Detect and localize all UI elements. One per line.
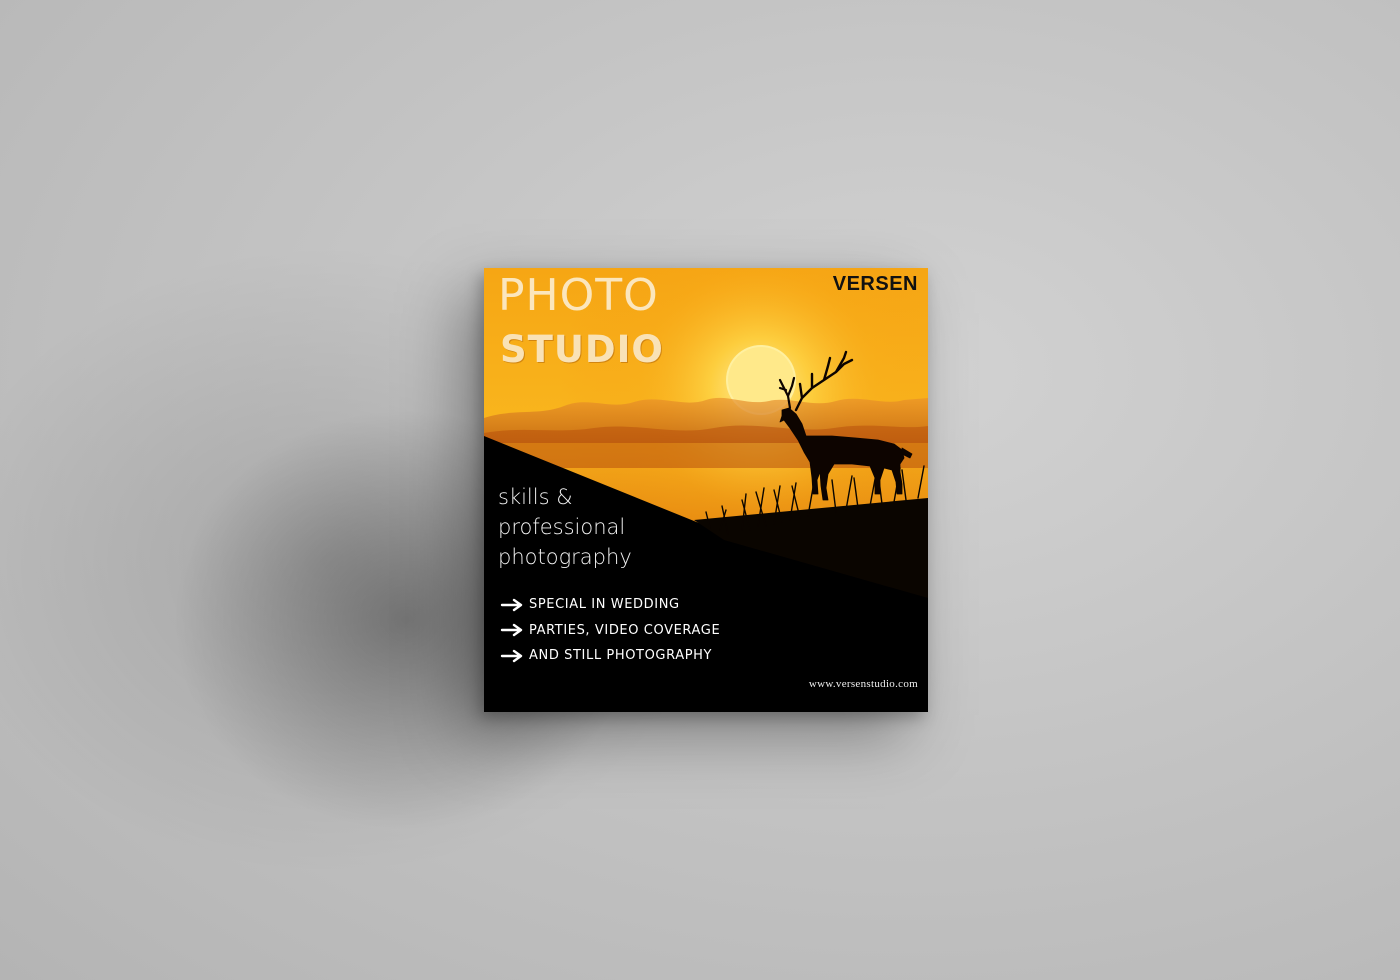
- arrow-right-icon: [500, 598, 523, 611]
- photo-studio-card: PHOTO STUDIO VERSEN skills & professiona…: [484, 268, 928, 712]
- service-label: SPECIAL IN WEDDING: [529, 597, 680, 613]
- brand-name: VERSEN: [832, 273, 918, 295]
- headline-studio: STUDIO: [500, 328, 664, 371]
- arrow-right-icon: [500, 624, 523, 637]
- website-url: www.versenstudio.com: [808, 678, 918, 690]
- service-item: AND STILL PHOTOGRAPHY: [500, 643, 720, 669]
- service-label: PARTIES, VIDEO COVERAGE: [529, 622, 721, 638]
- arrow-right-icon: [500, 649, 523, 662]
- service-item: SPECIAL IN WEDDING: [500, 592, 720, 618]
- service-item: PARTIES, VIDEO COVERAGE: [500, 618, 720, 644]
- tagline-line: professional: [498, 515, 626, 539]
- services-list: SPECIAL IN WEDDING PARTIES, VIDEO COVERA…: [500, 592, 720, 669]
- headline-photo: PHOTO: [498, 270, 659, 321]
- tagline: skills & professional photography: [498, 482, 748, 572]
- tagline-line: skills &: [498, 485, 573, 509]
- service-label: AND STILL PHOTOGRAPHY: [529, 648, 713, 664]
- tagline-line: photography: [498, 545, 632, 569]
